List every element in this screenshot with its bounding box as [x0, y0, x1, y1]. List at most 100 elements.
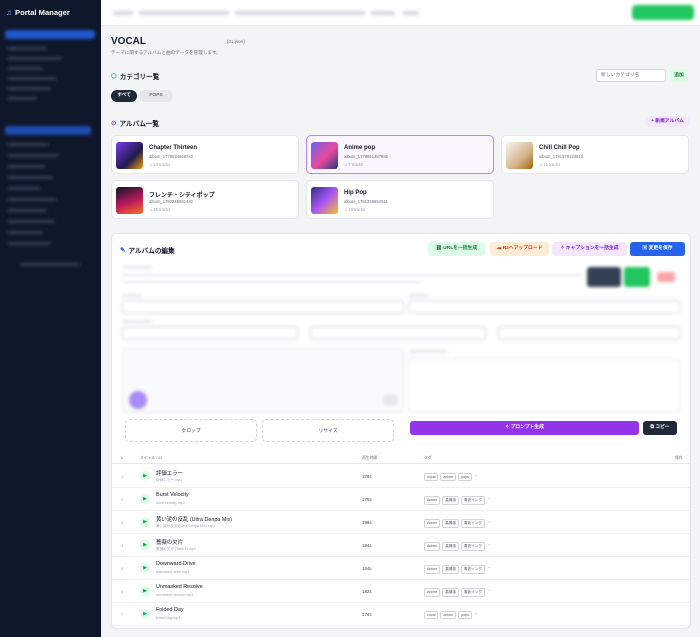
- track-duration: 174s: [362, 612, 372, 617]
- form-input[interactable]: [408, 300, 680, 314]
- crop-button[interactable]: クロップ: [125, 419, 257, 442]
- editor-green-button[interactable]: [624, 267, 650, 287]
- tag-chip[interactable]: Anime: [424, 496, 441, 505]
- album-id: album_1778851387685: [344, 154, 389, 159]
- col-actions: 操作: [675, 456, 683, 460]
- album-card-selected[interactable]: Anime pop album_1778851387685 ♫ 7 tracks: [306, 135, 494, 174]
- add-category-button[interactable]: 追加: [670, 69, 688, 82]
- tag-chip[interactable]: 高揚感: [442, 496, 459, 505]
- add-tag-icon[interactable]: +: [488, 519, 490, 528]
- sidebar-item[interactable]: [7, 97, 37, 100]
- tag-chip[interactable]: vocal: [424, 611, 439, 619]
- form-input[interactable]: [122, 300, 404, 314]
- tag-chip[interactable]: anime: [440, 473, 457, 481]
- play-icon[interactable]: ▶: [140, 586, 150, 596]
- album-cover: [116, 187, 143, 214]
- sidebar-item[interactable]: [7, 87, 51, 90]
- sidebar-item[interactable]: [7, 165, 45, 168]
- play-icon[interactable]: ▶: [140, 517, 150, 527]
- tag-chip[interactable]: Anime: [424, 565, 441, 574]
- col-number: #: [121, 456, 124, 460]
- tag-chip[interactable]: anime: [440, 611, 457, 619]
- play-icon[interactable]: ▶: [140, 494, 150, 504]
- resize-button[interactable]: リサイズ: [262, 419, 394, 442]
- table-row[interactable]: 3 ▶ 黄い泥の反乱 (Ultra Denpa Mix) 黄い泥の反乱 (Ultra …: [112, 511, 690, 534]
- tag-chip[interactable]: vocal: [424, 473, 439, 481]
- sidebar-item[interactable]: [7, 143, 49, 146]
- table-row[interactable]: 6 ▶ Unmasked Resolve unmasked resolve.mp3 18…: [112, 580, 690, 603]
- copy-button[interactable]: ⧉ コピー: [643, 421, 677, 435]
- form-input[interactable]: [122, 326, 298, 340]
- add-tag-icon[interactable]: +: [488, 542, 490, 551]
- file-name: (01.json): [227, 39, 245, 44]
- new-category-input[interactable]: [596, 69, 666, 82]
- play-icon[interactable]: ▶: [140, 471, 150, 481]
- editor-dark-button[interactable]: [587, 267, 621, 287]
- tag-chip[interactable]: 電波ソング: [460, 519, 485, 528]
- tag-chip[interactable]: 高揚感: [442, 519, 459, 528]
- album-card[interactable]: フレンチ・シティポップ album_1782245981482 ♫ 15 tra…: [111, 180, 299, 219]
- form-input[interactable]: [498, 326, 680, 340]
- form-input[interactable]: [310, 326, 486, 340]
- tag-chip[interactable]: 電波ソング: [460, 565, 485, 574]
- tag-chip[interactable]: Anime: [424, 588, 441, 597]
- table-row[interactable]: 2 ▶ Burst Velocity burst velocity.mp3 175s An…: [112, 488, 690, 511]
- tag-chip[interactable]: 電波ソング: [460, 496, 485, 505]
- generate-prompt-button[interactable]: ✧ プロンプト生成: [410, 421, 639, 435]
- table-row[interactable]: 4 ▶ 薔薇の欠片 薔薇の欠片 (Take 1).mp3 184s Anime 高揚感 電波ソ…: [112, 534, 690, 557]
- album-card[interactable]: Chapter Thirteen album_1778034866742 ♫ 1…: [111, 135, 299, 174]
- copy-label: コピー: [655, 425, 670, 430]
- sidebar-item-active[interactable]: [5, 30, 95, 39]
- sidebar-item[interactable]: [7, 198, 57, 201]
- album-card[interactable]: Hip Pop album_1781359854041 ♫ 10 tracks: [306, 180, 494, 219]
- brand[interactable]: ♫ Portal Manager: [6, 8, 70, 17]
- track-file: 評価エラー.mp3: [156, 478, 182, 482]
- add-tag-icon[interactable]: +: [488, 496, 490, 505]
- tag-chip[interactable]: 高揚感: [442, 565, 459, 574]
- play-icon[interactable]: ▶: [140, 609, 150, 619]
- tag-chip[interactable]: 電波ソング: [460, 542, 485, 551]
- sidebar-footer[interactable]: [20, 263, 80, 266]
- r2-upload-button[interactable]: ☁ R2へアップロード: [490, 242, 549, 256]
- sidebar-item[interactable]: [7, 67, 43, 70]
- play-icon[interactable]: ▶: [140, 540, 150, 550]
- table-row[interactable]: 7 ▶ Folded Day folded day.mp3 174s vocal anime…: [112, 603, 690, 626]
- form-text: [122, 274, 582, 276]
- tag-chip[interactable]: 電波ソング: [460, 588, 485, 597]
- prompt-textarea[interactable]: [408, 358, 680, 413]
- tag-chip[interactable]: Anime: [424, 542, 441, 551]
- filter-all[interactable]: すべて: [111, 90, 137, 102]
- filter-pops[interactable]: POPS: [139, 90, 173, 102]
- sidebar-item[interactable]: [7, 154, 59, 157]
- tag-chip[interactable]: pops: [458, 611, 472, 619]
- play-icon[interactable]: ▶: [140, 563, 150, 573]
- add-tag-icon[interactable]: +: [488, 588, 490, 597]
- sidebar-item[interactable]: [7, 47, 47, 50]
- sidebar-item[interactable]: [7, 231, 43, 234]
- caption-batch-button[interactable]: ✧ キャプションを一括生成: [552, 242, 627, 256]
- tag-chip[interactable]: Anime: [424, 519, 441, 528]
- sidebar-item[interactable]: [7, 209, 47, 212]
- sidebar-item[interactable]: [7, 242, 51, 245]
- topbar-action-button[interactable]: [632, 5, 694, 20]
- table-row[interactable]: 5 ▶ Downward Drive downward drive.mp3 164s An…: [112, 557, 690, 580]
- url-batch-button[interactable]: ⛓ URLを一括生成: [428, 242, 485, 256]
- add-tag-icon[interactable]: +: [475, 473, 477, 481]
- add-tag-icon[interactable]: +: [488, 565, 490, 574]
- album-card[interactable]: Chill Chill Pop album_1781378120818 ♫ 10…: [501, 135, 689, 174]
- sidebar-item[interactable]: [7, 57, 62, 60]
- tag-chip[interactable]: 高揚感: [442, 588, 459, 597]
- editor-red-button[interactable]: [657, 272, 675, 282]
- cover-action[interactable]: [383, 395, 397, 405]
- sidebar-item[interactable]: [7, 176, 53, 179]
- sidebar-item[interactable]: [7, 187, 41, 190]
- sidebar-item-selected[interactable]: [5, 126, 91, 135]
- sidebar-item[interactable]: [7, 77, 57, 80]
- new-album-button[interactable]: + 新規アルバム: [645, 116, 690, 127]
- table-row[interactable]: 1 ▶ 評価エラー 評価エラー.mp3 178s vocal anime pops +: [112, 465, 690, 488]
- tag-chip[interactable]: pops: [458, 473, 472, 481]
- save-button[interactable]: ▣ 変更を保存: [630, 242, 685, 256]
- tag-chip[interactable]: 高揚感: [442, 542, 459, 551]
- sidebar-item[interactable]: [7, 220, 55, 223]
- add-tag-icon[interactable]: +: [475, 611, 477, 619]
